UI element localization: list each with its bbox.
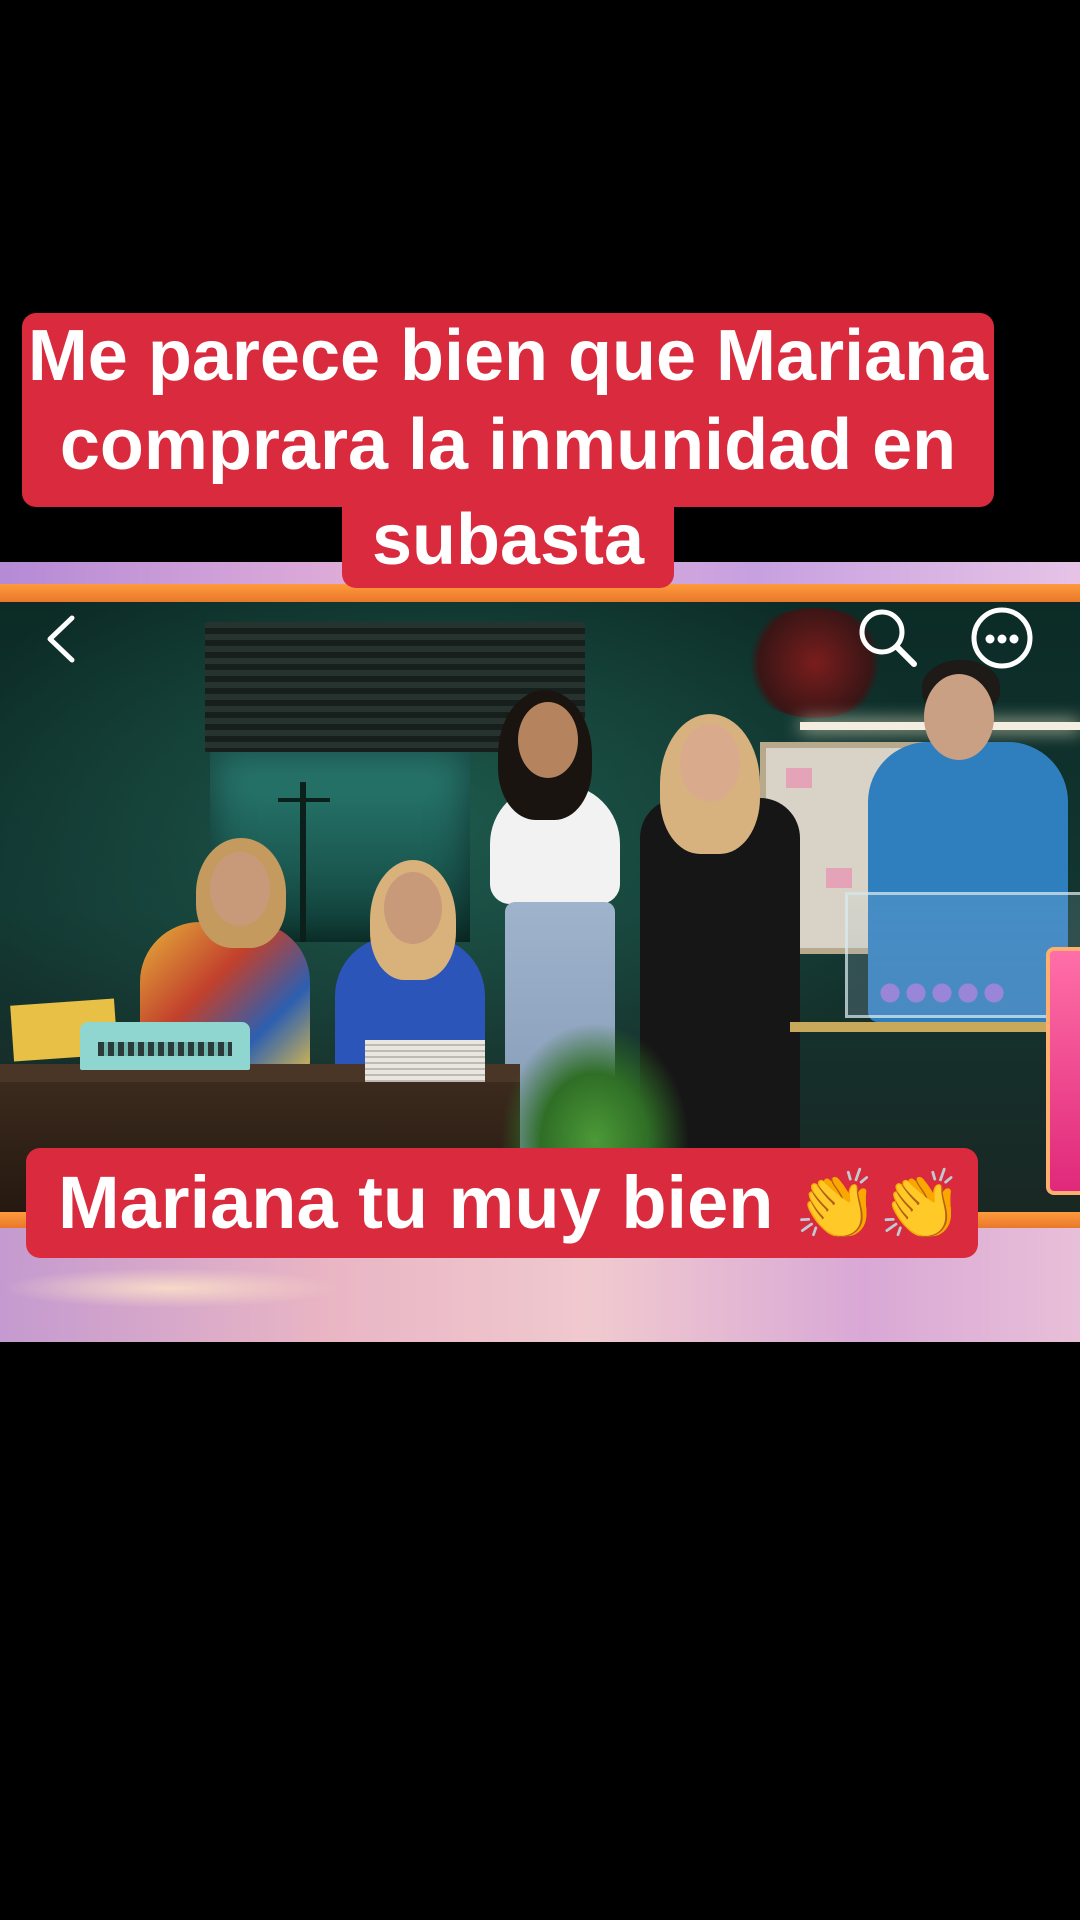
street-pole (300, 782, 306, 942)
search-button[interactable] (856, 606, 918, 668)
more-options-icon (971, 607, 1033, 669)
search-icon (859, 609, 917, 667)
pink-card (1046, 947, 1080, 1195)
person-face (210, 852, 270, 926)
person-face (384, 872, 442, 944)
person-face (518, 702, 578, 778)
caption-top-line-2: comprara la inmunidad en la (22, 399, 994, 577)
more-options-button[interactable] (970, 606, 1034, 670)
person-face (924, 674, 994, 760)
back-button[interactable] (40, 612, 84, 666)
board-note (786, 768, 812, 788)
board-note (826, 868, 852, 888)
typewriter-keys (98, 1042, 232, 1056)
paper-stack (365, 1040, 485, 1082)
lottery-balls (880, 982, 1010, 1004)
caption-bottom-text: Mariana tu muy bien (58, 1161, 795, 1244)
video-scene (0, 602, 1080, 1220)
chevron-left-icon (47, 615, 75, 663)
person-face (680, 724, 740, 802)
caption-bottom: Mariana tu muy bien 👏👏 (26, 1148, 978, 1258)
street-pole-bar (278, 798, 330, 802)
caption-top-line-3: subasta (342, 500, 674, 588)
caption-top-line-1: Me parece bien que Mariana (22, 313, 994, 399)
clapping-hands-icon: 👏👏 (794, 1166, 964, 1245)
table-shelf (790, 1022, 1080, 1032)
